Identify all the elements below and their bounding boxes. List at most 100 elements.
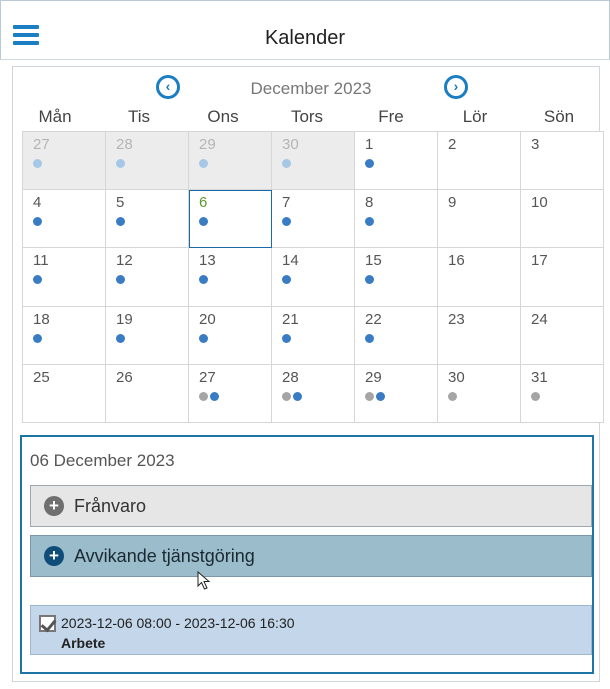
calendar-day[interactable]: 14 (272, 248, 355, 307)
calendar-day[interactable]: 9 (438, 190, 521, 249)
event-dot (116, 217, 125, 227)
event-indicators (365, 159, 374, 168)
day-number: 27 (199, 368, 216, 386)
calendar-day[interactable]: 12 (106, 248, 189, 307)
calendar-day[interactable]: 29 (189, 132, 272, 191)
day-number: 10 (531, 194, 548, 212)
calendar-day[interactable]: 27 (23, 132, 106, 191)
entry-type: Arbete (61, 635, 106, 651)
calendar-day[interactable]: 29 (355, 364, 438, 423)
chevron-right-circle-icon[interactable]: › (444, 75, 468, 99)
calendar-day[interactable]: 24 (521, 306, 604, 365)
calendar-day[interactable]: 30 (272, 132, 355, 191)
calendar-day[interactable]: 5 (106, 190, 189, 249)
event-indicators (199, 275, 208, 285)
event-indicators (282, 391, 302, 401)
event-dot (282, 217, 291, 227)
day-number: 16 (448, 252, 465, 270)
weekday-label: Mån (38, 107, 72, 126)
event-dot (282, 333, 291, 343)
calendar-day[interactable]: 25 (23, 364, 106, 423)
calendar-day[interactable]: 13 (189, 248, 272, 307)
event-indicators (116, 333, 125, 343)
calendar-day[interactable]: 11 (23, 248, 106, 307)
calendar-day[interactable]: 27 (189, 364, 272, 423)
calendar-day[interactable]: 8 (355, 190, 438, 249)
event-dot (33, 159, 42, 168)
chevron-left-circle-icon[interactable]: ‹ (156, 75, 180, 99)
day-number: 23 (448, 310, 465, 328)
calendar-day[interactable]: 28 (106, 132, 189, 191)
event-indicators (33, 159, 42, 168)
day-number: 30 (448, 368, 465, 386)
event-indicators (282, 159, 291, 168)
event-indicators (116, 217, 125, 227)
day-number: 27 (33, 136, 50, 153)
calendar-day[interactable]: 31 (521, 364, 604, 423)
calendar-day[interactable]: 3 (521, 132, 604, 191)
event-dot (199, 217, 208, 227)
event-dot (282, 159, 291, 168)
calendar-day[interactable]: 22 (355, 306, 438, 365)
day-number: 14 (282, 252, 299, 270)
calendar-day[interactable]: 2 (438, 132, 521, 191)
calendar-day[interactable]: 7 (272, 190, 355, 249)
event-dot (448, 391, 457, 401)
calendar-day[interactable]: 17 (521, 248, 604, 307)
weekday-label: Ons (207, 107, 239, 126)
calendar-day[interactable]: 28 (272, 364, 355, 423)
event-indicators (116, 159, 125, 168)
calendar-day[interactable]: 26 (106, 364, 189, 423)
day-number: 25 (33, 368, 50, 386)
event-dot (33, 275, 42, 285)
calendar-grid: 27 28 29 30 1 2 3 4 5 6 7 8 9 10 11 12 13 14 15 16 17 18 19 20 2… (22, 131, 604, 423)
day-number: 29 (199, 136, 216, 153)
calendar-day[interactable]: 19 (106, 306, 189, 365)
event-indicators (365, 217, 374, 227)
calendar-day[interactable]: 18 (23, 306, 106, 365)
calendar-day[interactable]: 15 (355, 248, 438, 307)
entry-time-range: 2023-12-06 08:00 - 2023-12-06 16:30 (61, 615, 295, 631)
add-absence-button[interactable]: + Frånvaro (30, 485, 592, 527)
calendar-day[interactable]: 21 (272, 306, 355, 365)
calendar-day[interactable]: 1 (355, 132, 438, 191)
event-indicators (199, 333, 208, 343)
schedule-entry[interactable]: 2023-12-06 08:00 - 2023-12-06 16:30 Arbe… (30, 605, 592, 655)
plus-circle-icon: + (44, 496, 64, 516)
event-dot (199, 275, 208, 285)
add-deviating-duty-button[interactable]: + Avvikande tjänstgöring (30, 535, 592, 577)
day-number: 8 (365, 194, 374, 212)
event-indicators (199, 159, 208, 168)
day-number: 28 (282, 368, 299, 386)
weekday-label: Fre (378, 107, 404, 126)
day-number: 4 (33, 194, 42, 212)
event-dot (282, 275, 291, 285)
calendar-day[interactable]: 20 (189, 306, 272, 365)
day-number: 6 (199, 194, 208, 212)
event-dot (376, 391, 385, 401)
weekday-header: Mån Tis Ons Tors Fre Lör Sön (13, 107, 601, 131)
weekday-label: Tis (127, 107, 151, 126)
event-dot (199, 159, 208, 168)
day-number: 11 (33, 252, 49, 270)
event-dot (365, 391, 374, 401)
day-number: 31 (531, 368, 548, 386)
event-dot (531, 391, 540, 401)
event-dot (365, 275, 374, 285)
top-bar: Kalender (0, 0, 610, 60)
calendar-day-selected[interactable]: 6 (189, 190, 272, 249)
selected-day-panel: 06 December 2023 + Frånvaro + Avvikande … (20, 435, 594, 674)
day-number: 17 (531, 252, 548, 270)
calendar-day[interactable]: 23 (438, 306, 521, 365)
calendar-day[interactable]: 10 (521, 190, 604, 249)
calendar-day[interactable]: 4 (23, 190, 106, 249)
day-number: 5 (116, 194, 125, 212)
weekday-label: Sön (543, 107, 575, 126)
day-number: 7 (282, 194, 291, 212)
calendar-day[interactable]: 30 (438, 364, 521, 423)
event-dot (365, 159, 374, 168)
day-number: 3 (531, 136, 540, 153)
calendar-day[interactable]: 16 (438, 248, 521, 307)
event-dot (116, 275, 125, 285)
page-title: Kalender (264, 27, 346, 49)
